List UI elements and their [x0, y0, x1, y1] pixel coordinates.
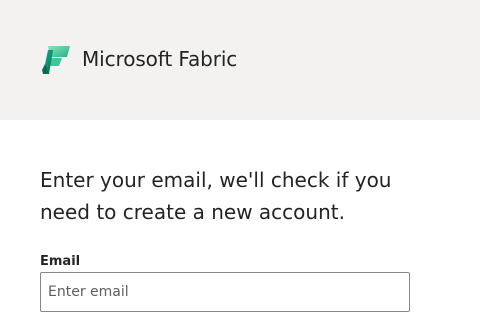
fabric-logo-icon [42, 46, 70, 74]
page-heading: Enter your email, we'll check if you nee… [40, 168, 392, 224]
app-title: Microsoft Fabric [82, 47, 238, 71]
email-input[interactable] [40, 272, 410, 312]
email-label: Email [40, 254, 81, 269]
signin-panel: Enter your email, we'll check if you nee… [0, 120, 480, 312]
header-banner: Microsoft Fabric [0, 0, 480, 120]
